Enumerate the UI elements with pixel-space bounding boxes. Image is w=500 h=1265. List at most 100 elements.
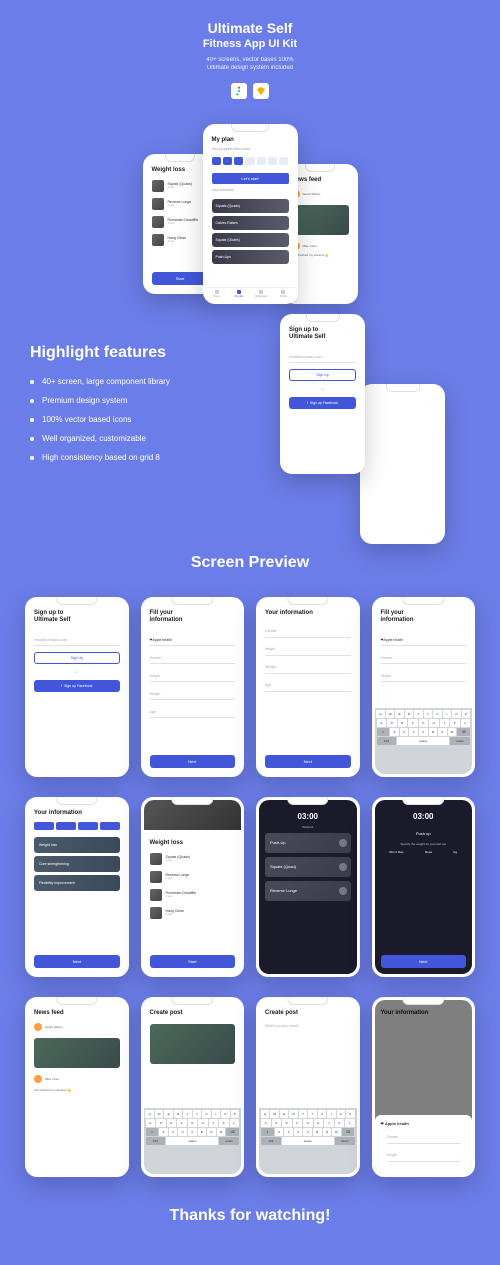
feed-user[interactable]: Sarah Wilson <box>28 1020 126 1034</box>
signup-brand: Ultimate Self <box>289 334 325 340</box>
form-field[interactable]: Height <box>265 644 351 656</box>
list-item[interactable]: Reverse Lunge3 sets <box>144 868 242 886</box>
signup-button[interactable]: Sign Up <box>34 652 120 664</box>
highlight-section: Sign up to Ultimate Self email@company.c… <box>0 324 500 534</box>
exercise-title: Push up <box>375 831 473 836</box>
apple-health-row[interactable]: ❤ Apple health <box>381 634 467 646</box>
tab-home[interactable]: Home <box>206 288 228 301</box>
category-card[interactable]: Weight loss <box>34 837 120 853</box>
preview-signup: Sign up toUltimate Self email@company.co… <box>25 597 129 777</box>
phone-my-plan: My plan Your progress this month Let's s… <box>203 124 298 304</box>
form-field[interactable]: Gender <box>265 626 351 638</box>
feed-image[interactable] <box>292 205 349 235</box>
preview-weightloss: Weight loss Squats (Quads)4 sets Reverse… <box>141 797 245 977</box>
form-field[interactable]: Age <box>265 680 351 692</box>
exercise-card[interactable]: Squats (Quads) <box>212 199 289 213</box>
form-field[interactable]: Height <box>381 670 467 682</box>
phone-signup: Sign up to Ultimate Self email@company.c… <box>280 314 365 474</box>
date-strip[interactable] <box>206 155 295 169</box>
tab-challenges[interactable]: Challenges <box>250 288 272 301</box>
category-card[interactable]: Core strengthening <box>34 856 120 872</box>
next-button[interactable]: Next <box>265 755 351 768</box>
preview-createpost2: Create post What's on your mind? QWERTYU… <box>256 997 360 1177</box>
start-button[interactable]: Start <box>152 272 209 285</box>
keyboard[interactable]: QWERTYUIOP ASDFGHJKL ⇧ZXCVBNM⌫ 123spacer… <box>144 1108 242 1174</box>
facebook-button[interactable]: fSign up Facebook <box>289 397 356 409</box>
preview-pushup: 03:00 Push up Specify the weight for you… <box>372 797 476 977</box>
play-icon[interactable] <box>339 863 347 871</box>
signup-button[interactable]: Sign Up <box>289 369 356 381</box>
modal-title: ❤ Apple health <box>381 1121 467 1126</box>
workout-card[interactable]: Push-Up <box>265 833 351 853</box>
keyboard[interactable]: QWERTYUIOP ASDFGHJKL ⇧ZXCVBNM⌫ 123spacer… <box>375 708 473 774</box>
workout-card[interactable]: Reverse Lunge <box>265 881 351 901</box>
stats-row: Wtn 3 Rep Reps Kg <box>375 846 473 858</box>
exercise-card[interactable]: Calves Raises <box>212 216 289 230</box>
preview-grid: Sign up toUltimate Self email@company.co… <box>0 597 500 1177</box>
exercise-card[interactable]: Push-Ups <box>212 250 289 264</box>
start-button[interactable]: Let's start <box>212 173 289 184</box>
tab-profile[interactable]: Profile <box>272 288 294 301</box>
apple-health-row[interactable]: ❤ Apple health <box>150 634 236 646</box>
facebook-button[interactable]: f Sign up Facebook <box>34 680 120 692</box>
product-title: Ultimate Self <box>20 20 480 36</box>
play-icon[interactable] <box>339 839 347 847</box>
tool-icons <box>20 83 480 99</box>
start-button[interactable]: Start <box>150 955 236 968</box>
sketch-icon <box>253 83 269 99</box>
form-field[interactable]: Gender <box>381 652 467 664</box>
prompt: Specify the weight for your last set <box>375 842 473 846</box>
progress-strip <box>28 820 126 834</box>
modal-overlay[interactable]: ❤ Apple health Gender Height <box>375 1000 473 1174</box>
post-input[interactable]: What's on your mind? <box>259 1020 357 1032</box>
product-desc-1: 40+ screens, vector bases 100% <box>20 56 480 64</box>
figma-icon <box>231 83 247 99</box>
signup-title: Sign up to <box>289 327 318 333</box>
hero-phones: Weight loss Squats (Quads)4 sets Reverse… <box>0 124 500 324</box>
preview-newsfeed: News feed Sarah Wilson Mike Chen Just fi… <box>25 997 129 1177</box>
form-field[interactable]: Height <box>387 1150 461 1162</box>
workout-card[interactable]: Squats (Quad) <box>265 857 351 877</box>
preview-title: Screen Preview <box>0 554 500 572</box>
schedule-label: Your schedule <box>206 188 295 196</box>
email-field[interactable]: email@company.com <box>289 351 356 363</box>
preview-workout: 03:00 Workout Push-Up Squats (Quad) Reve… <box>256 797 360 977</box>
exercise-card[interactable]: Squats (Glutes) <box>212 233 289 247</box>
preview-createpost: Create post QWERTYUIOP ASDFGHJKL ⇧ZXCVBN… <box>141 997 245 1177</box>
keyboard[interactable]: QWERTYUIOP ASDFGHJKL ⇧ZXCVBNM⌫ 123spacer… <box>259 1108 357 1174</box>
play-icon[interactable] <box>339 887 347 895</box>
preview-categories: Your information Weight loss Core streng… <box>25 797 129 977</box>
form-field[interactable]: Gender <box>150 652 236 664</box>
feed-user[interactable]: Mike Chen <box>28 1072 126 1086</box>
form-field[interactable]: Height <box>150 670 236 682</box>
form-field[interactable]: Weight <box>265 662 351 674</box>
next-button[interactable]: Next <box>34 955 120 968</box>
preview-yourinfo-form: Your information Gender Height Weight Ag… <box>256 597 360 777</box>
next-button[interactable]: Next <box>150 755 236 768</box>
feed-image[interactable] <box>34 1038 120 1068</box>
list-item[interactable]: Romanian Deadlifts4 sets <box>144 886 242 904</box>
post-image[interactable] <box>150 1024 236 1064</box>
promo-header: Ultimate Self Fitness App UI Kit 40+ scr… <box>0 20 500 114</box>
next-button[interactable]: Next <box>381 955 467 968</box>
tab-myplan[interactable]: My plan <box>228 288 250 301</box>
list-item[interactable]: Hang Clean3 sets <box>144 904 242 922</box>
or-divider: or <box>283 387 362 391</box>
category-card[interactable]: Flexibility improvement <box>34 875 120 891</box>
product-subtitle: Fitness App UI Kit <box>20 38 480 50</box>
preview-fillinfo-kb: Fill yourinformation ❤ Apple health Gend… <box>372 597 476 777</box>
screen-subtitle: Your progress this month <box>206 147 295 155</box>
list-item[interactable]: Squats (Quads)4 sets <box>144 850 242 868</box>
feature-phones: Sign up to Ultimate Self email@company.c… <box>270 314 470 514</box>
modal-sheet: ❤ Apple health Gender Height <box>375 1115 473 1174</box>
preview-fillinfo: Fill yourinformation ❤ Apple health Gend… <box>141 597 245 777</box>
preview-modal: Your information ❤ Apple health Gender H… <box>372 997 476 1177</box>
product-desc-2: Ultimate design system included <box>20 64 480 72</box>
facebook-icon: f <box>307 401 308 405</box>
email-field[interactable]: email@company.com <box>34 634 120 646</box>
form-field[interactable]: Gender <box>387 1132 461 1144</box>
tab-bar: Home My plan Challenges Profile <box>206 287 295 301</box>
form-field[interactable]: Weight <box>150 688 236 700</box>
form-field[interactable]: Age <box>150 706 236 718</box>
thanks-message: Thanks for watching! <box>0 1207 500 1225</box>
